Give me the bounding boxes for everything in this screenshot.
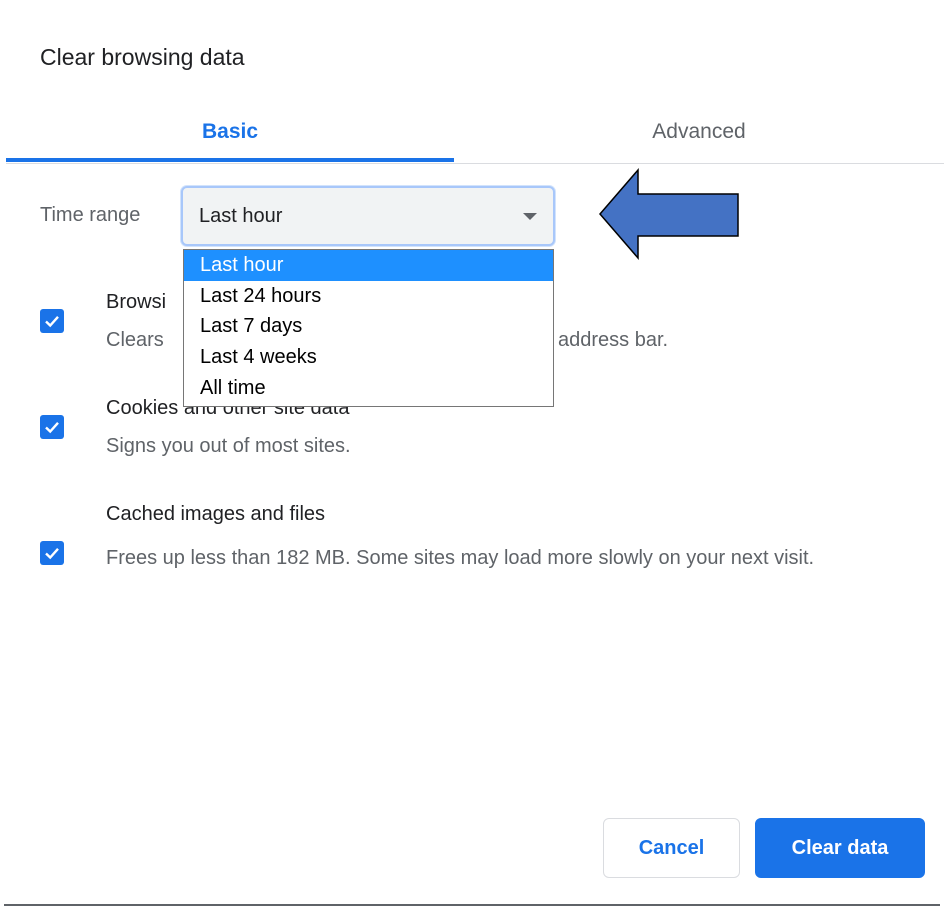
check-icon (45, 547, 59, 560)
check-icon (45, 315, 59, 328)
check-icon (45, 421, 59, 434)
active-tab-indicator (6, 158, 454, 162)
clear-browsing-data-dialog: Clear browsing data Basic Advanced Time … (0, 0, 944, 909)
option-last-hour[interactable]: Last hour (184, 250, 553, 281)
cookies-checkbox[interactable] (40, 415, 64, 439)
browsing-history-desc-start: Clears (106, 329, 164, 351)
tab-bar: Basic Advanced (6, 100, 944, 164)
option-last-24-hours[interactable]: Last 24 hours (184, 281, 553, 312)
cancel-button[interactable]: Cancel (603, 818, 740, 878)
option-last-7-days[interactable]: Last 7 days (184, 311, 553, 342)
dialog-bottom-edge (4, 904, 940, 906)
cached-images-title: Cached images and files (106, 503, 326, 525)
time-range-select[interactable]: Last hour (181, 186, 555, 246)
option-last-4-weeks[interactable]: Last 4 weeks (184, 342, 553, 373)
browsing-history-checkbox[interactable] (40, 309, 64, 333)
tab-basic[interactable]: Basic (6, 100, 454, 163)
tab-advanced[interactable]: Advanced (454, 100, 944, 163)
cached-images-checkbox[interactable] (40, 541, 64, 565)
arrow-left-icon (599, 168, 739, 260)
browsing-history-title: Browsi (106, 291, 167, 313)
clear-data-button[interactable]: Clear data (755, 818, 925, 878)
time-range-selected-value: Last hour (199, 205, 283, 227)
caret-down-icon (523, 213, 537, 220)
option-all-time[interactable]: All time (184, 373, 553, 406)
browsing-history-desc-end: address bar. (558, 329, 669, 351)
cookies-desc: Signs you out of most sites. (106, 435, 351, 457)
time-range-label: Time range (40, 204, 141, 226)
time-range-dropdown-list: Last hour Last 24 hours Last 7 days Last… (183, 249, 554, 407)
cached-images-desc: Frees up less than 182 MB. Some sites ma… (106, 547, 815, 569)
dialog-title: Clear browsing data (40, 44, 245, 70)
